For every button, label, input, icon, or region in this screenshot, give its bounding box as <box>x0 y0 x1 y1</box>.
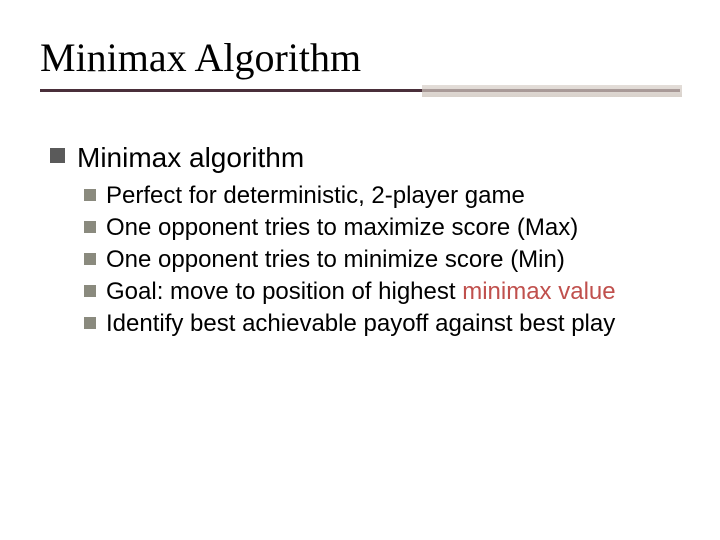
bullet-text: Identify best achievable payoff against … <box>106 309 615 339</box>
square-bullet-icon <box>50 148 65 163</box>
title-block: Minimax Algorithm <box>40 34 680 92</box>
bullet-text: Minimax algorithm <box>77 140 304 175</box>
square-bullet-icon <box>84 221 96 233</box>
square-bullet-icon <box>84 317 96 329</box>
bullet-level2: Perfect for deterministic, 2-player game <box>84 181 670 211</box>
square-bullet-icon <box>84 189 96 201</box>
square-bullet-icon <box>84 253 96 265</box>
square-bullet-icon <box>84 285 96 297</box>
bullet-level2: Identify best achievable payoff against … <box>84 309 670 339</box>
bullet-level1: Minimax algorithm <box>50 140 670 175</box>
sub-bullets: Perfect for deterministic, 2-player game… <box>84 181 670 339</box>
slide-title: Minimax Algorithm <box>40 34 680 81</box>
bullet-prefix: Goal: move to position of highest <box>106 278 462 305</box>
bullet-level2: One opponent tries to minimize score (Mi… <box>84 245 670 275</box>
bullet-level2: One opponent tries to maximize score (Ma… <box>84 213 670 243</box>
bullet-text: Goal: move to position of highest minima… <box>106 277 616 307</box>
bullet-text: One opponent tries to maximize score (Ma… <box>106 213 578 243</box>
content-area: Minimax algorithm Perfect for determinis… <box>50 140 670 341</box>
title-underline <box>40 89 680 92</box>
bullet-level2: Goal: move to position of highest minima… <box>84 277 670 307</box>
bullet-text: Perfect for deterministic, 2-player game <box>106 181 525 211</box>
bullet-text: One opponent tries to minimize score (Mi… <box>106 245 565 275</box>
slide: Minimax Algorithm Minimax algorithm Perf… <box>0 0 720 540</box>
highlight-text: minimax value <box>462 278 615 305</box>
